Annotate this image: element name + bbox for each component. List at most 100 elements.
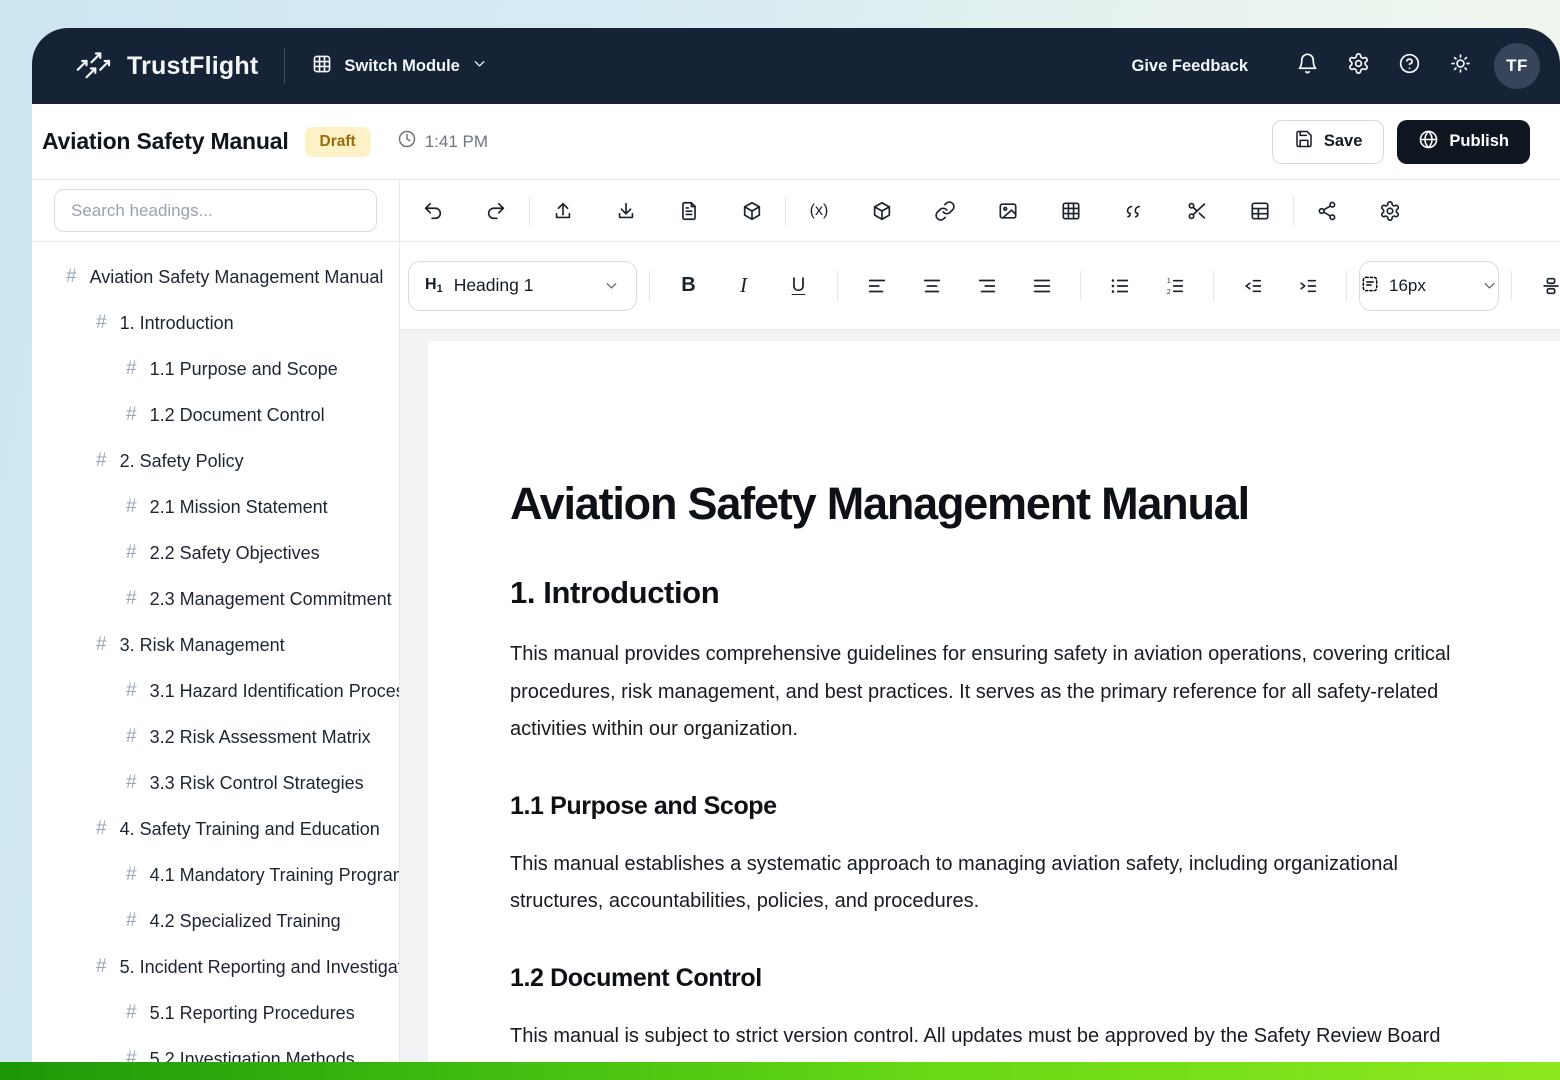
trustflight-logo-icon: [74, 46, 114, 86]
download-button[interactable]: [605, 190, 647, 232]
hash-icon: #: [96, 450, 107, 472]
notifications-button[interactable]: [1285, 44, 1329, 88]
grid-table-button[interactable]: [1050, 190, 1092, 232]
globe-icon: [1418, 129, 1439, 155]
sidebar-heading-item[interactable]: #3.2 Risk Assessment Matrix: [32, 714, 399, 760]
sidebar-heading-item[interactable]: #4.2 Specialized Training: [32, 898, 399, 944]
scissors-button[interactable]: [1176, 190, 1218, 232]
upload-icon: [552, 200, 574, 222]
file-text-button[interactable]: [668, 190, 710, 232]
sidebar-heading-item[interactable]: #Aviation Safety Management Manual: [32, 254, 399, 300]
sidebar-heading-item[interactable]: #2.3 Management Commitment: [32, 576, 399, 622]
share-button[interactable]: [1306, 190, 1348, 232]
settings-button[interactable]: [1336, 44, 1380, 88]
document-page[interactable]: Aviation Safety Management Manual 1. Int…: [428, 341, 1560, 1062]
sidebar-heading-item[interactable]: #1.2 Document Control: [32, 392, 399, 438]
sidebar-heading-item[interactable]: #5.1 Reporting Procedures: [32, 990, 399, 1036]
redo-button[interactable]: [475, 190, 517, 232]
last-saved-time: 1:41 PM: [397, 129, 488, 154]
sidebar-heading-item[interactable]: #2.2 Safety Objectives: [32, 530, 399, 576]
table-button[interactable]: [1239, 190, 1281, 232]
app-window: TrustFlight Switch Module Give Feedback …: [32, 28, 1560, 1062]
settings2-button[interactable]: [1369, 190, 1411, 232]
variable-button[interactable]: (x): [798, 190, 840, 232]
bell-icon: [1296, 52, 1319, 80]
hash-icon: #: [96, 956, 107, 978]
hash-icon: #: [66, 266, 77, 288]
align-justify-button[interactable]: [1015, 264, 1068, 308]
user-avatar[interactable]: TF: [1494, 43, 1540, 89]
sidebar-heading-item[interactable]: #4.1 Mandatory Training Programs: [32, 852, 399, 898]
publish-button[interactable]: Publish: [1397, 120, 1530, 164]
document-h1[interactable]: Aviation Safety Management Manual: [510, 478, 1460, 530]
sidebar-heading-item[interactable]: #5.2 Investigation Methods: [32, 1036, 399, 1062]
save-button[interactable]: Save: [1272, 120, 1385, 164]
heading-label: 3.3 Risk Control Strategies: [150, 773, 364, 794]
section-heading[interactable]: 1.2 Document Control: [510, 964, 1460, 993]
sidebar-heading-item[interactable]: #1.1 Purpose and Scope: [32, 346, 399, 392]
section-paragraph[interactable]: This manual provides comprehensive guide…: [510, 636, 1460, 749]
section-heading[interactable]: 1. Introduction: [510, 575, 1460, 611]
sidebar-heading-item[interactable]: #1. Introduction: [32, 300, 399, 346]
align-right-button[interactable]: [960, 264, 1013, 308]
dashed-box-icon: [1360, 274, 1380, 297]
sidebar-heading-item[interactable]: #3. Risk Management: [32, 622, 399, 668]
help-button[interactable]: [1387, 44, 1431, 88]
give-feedback-button[interactable]: Give Feedback: [1132, 57, 1248, 76]
upload-button[interactable]: [542, 190, 584, 232]
grid-icon: [311, 53, 333, 80]
heading1-glyph-icon: H1: [425, 276, 443, 295]
underline-button[interactable]: U: [772, 264, 825, 308]
package2-button[interactable]: [861, 190, 903, 232]
outdent-button[interactable]: [1226, 264, 1279, 308]
bold-icon: B: [681, 274, 695, 297]
undo-button[interactable]: [412, 190, 454, 232]
body-row: #Aviation Safety Management Manual#1. In…: [32, 180, 1560, 1062]
sidebar-heading-item[interactable]: #5. Incident Reporting and Investigation: [32, 944, 399, 990]
indent-button[interactable]: [1281, 264, 1334, 308]
italic-button[interactable]: I: [717, 264, 770, 308]
image-button[interactable]: [987, 190, 1029, 232]
link-icon: [934, 200, 956, 222]
clock-icon: [397, 129, 417, 149]
link-button[interactable]: [924, 190, 966, 232]
switch-module-button[interactable]: Switch Module: [311, 53, 488, 80]
align-justify-icon: [1031, 275, 1053, 297]
section-paragraph[interactable]: This manual is subject to strict version…: [510, 1018, 1460, 1063]
undo-icon: [422, 200, 444, 222]
divider: [1511, 271, 1512, 301]
sidebar-heading-item[interactable]: #4. Safety Training and Education: [32, 806, 399, 852]
search-headings-input[interactable]: [54, 189, 377, 232]
bullet-list-button[interactable]: [1093, 264, 1146, 308]
package-button[interactable]: [731, 190, 773, 232]
section-heading[interactable]: 1.1 Purpose and Scope: [510, 792, 1460, 821]
headings-list: #Aviation Safety Management Manual#1. In…: [32, 242, 399, 1062]
sidebar-heading-item[interactable]: #2.1 Mission Statement: [32, 484, 399, 530]
sidebar-heading-item[interactable]: #3.1 Hazard Identification Process: [32, 668, 399, 714]
table-icon: [1249, 200, 1271, 222]
end-groups: T: [1524, 264, 1560, 308]
bold-button[interactable]: B: [662, 264, 715, 308]
blockquote-button[interactable]: [1113, 190, 1155, 232]
package2-icon: [871, 200, 893, 222]
align-left-button[interactable]: [850, 264, 903, 308]
font-size-dropdown[interactable]: 16px: [1359, 261, 1499, 311]
heading-label: 1. Introduction: [120, 313, 234, 334]
hash-icon: #: [96, 312, 107, 334]
hash-icon: #: [96, 634, 107, 656]
sidebar-heading-item[interactable]: #2. Safety Policy: [32, 438, 399, 484]
chevron-down-icon: [1481, 277, 1498, 294]
top-navbar: TrustFlight Switch Module Give Feedback …: [32, 28, 1560, 104]
align-center-button[interactable]: [905, 264, 958, 308]
toolbar-group: BIU: [662, 264, 825, 308]
horizontal-rule-button[interactable]: [1524, 264, 1560, 308]
fontsize-box-icon: [1360, 274, 1380, 294]
divider: [1080, 271, 1081, 301]
ordered-list-button[interactable]: 12: [1148, 264, 1201, 308]
section-paragraph[interactable]: This manual establishes a systematic app…: [510, 846, 1460, 921]
help-icon: [1398, 52, 1421, 75]
theme-toggle-button[interactable]: [1438, 44, 1482, 88]
settings-icon: [1347, 52, 1370, 80]
sidebar-heading-item[interactable]: #3.3 Risk Control Strategies: [32, 760, 399, 806]
heading-style-dropdown[interactable]: H1 Heading 1: [408, 261, 637, 311]
